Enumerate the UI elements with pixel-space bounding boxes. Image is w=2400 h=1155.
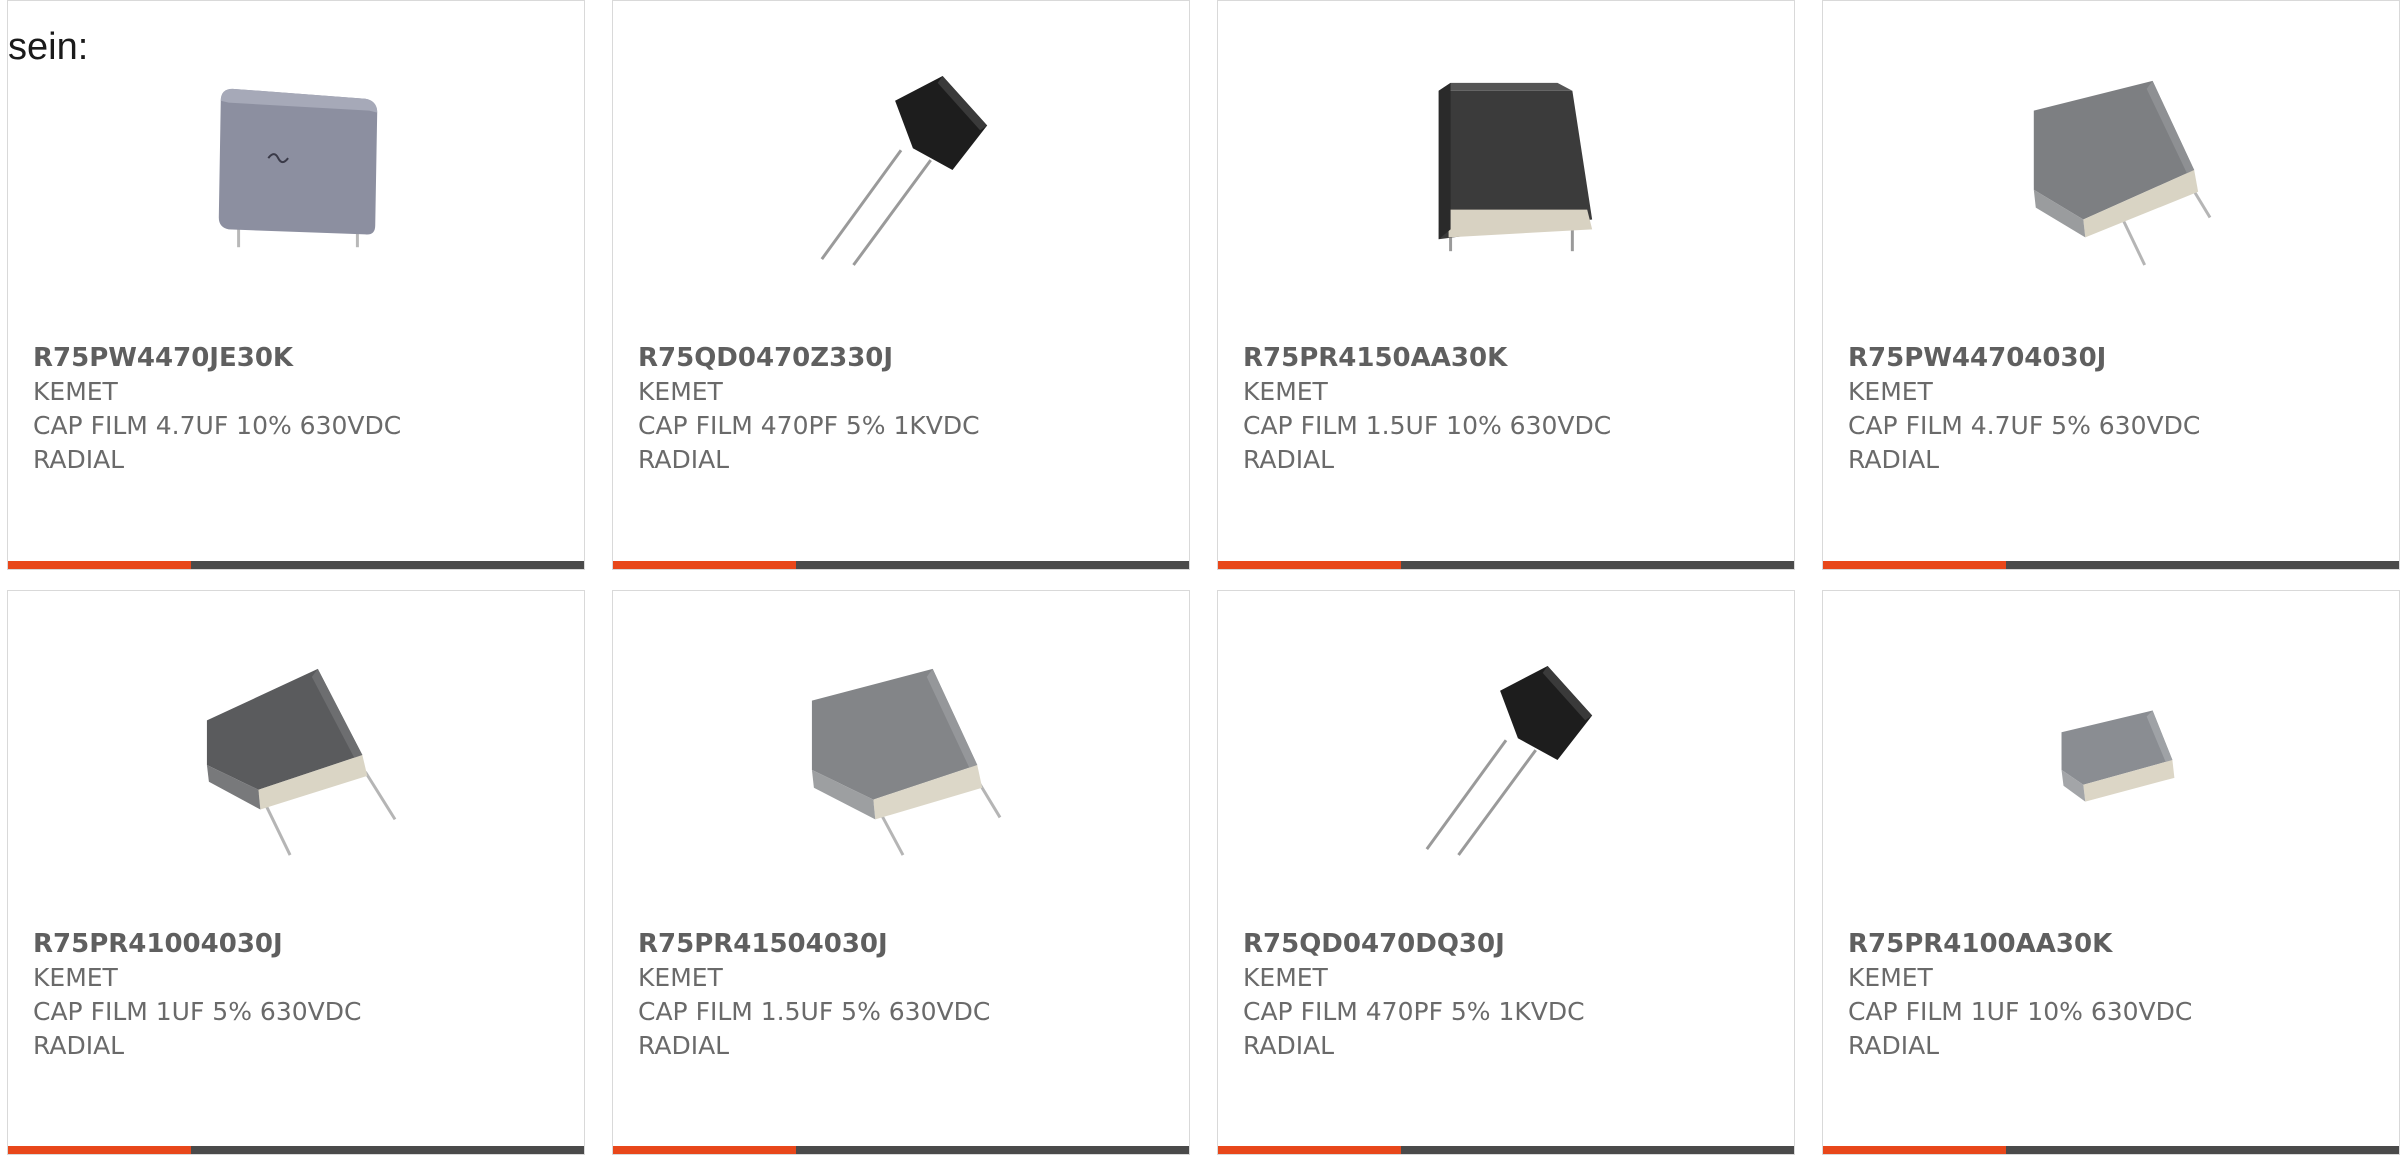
description: CAP FILM 4.7UF 10% 630VDC <box>33 411 402 440</box>
package: RADIAL <box>1848 1031 1940 1060</box>
product-card[interactable]: R75PR41004030J KEMET CAP FILM 1UF 5% 630… <box>7 590 585 1155</box>
film-capacitor-small-gray-icon <box>2061 710 2175 802</box>
card-accent <box>1218 1146 1401 1154</box>
product-card[interactable]: R75PR41504030J KEMET CAP FILM 1.5UF 5% 6… <box>612 590 1190 1155</box>
card-bottom-bar <box>8 1146 584 1154</box>
part-number-link[interactable]: R75PR4150AA30K <box>1243 341 1774 375</box>
description: CAP FILM 470PF 5% 1KVDC <box>1243 997 1585 1026</box>
film-capacitor-dark-box-icon <box>1438 82 1593 252</box>
film-capacitor-dark-tilted-icon <box>206 668 397 856</box>
card-bottom-bar <box>1823 561 2399 569</box>
part-number-link[interactable]: R75PR41504030J <box>638 927 1169 961</box>
manufacturer: KEMET <box>1243 963 1328 992</box>
description: CAP FILM 1UF 10% 630VDC <box>1848 997 2193 1026</box>
product-card[interactable]: R75PW44704030J KEMET CAP FILM 4.7UF 5% 6… <box>1822 0 2400 570</box>
package: RADIAL <box>1243 445 1335 474</box>
card-bottom-bar <box>1218 561 1794 569</box>
part-number-link[interactable]: R75PW4470JE30K <box>33 341 564 375</box>
description: CAP FILM 1.5UF 10% 630VDC <box>1243 411 1612 440</box>
product-image[interactable] <box>804 71 1002 269</box>
product-grid: R75PW4470JE30K KEMET CAP FILM 4.7UF 10% … <box>7 0 2400 1155</box>
film-capacitor-black-small-icon <box>820 75 988 266</box>
film-capacitor-black-small-icon <box>1425 665 1593 856</box>
package: RADIAL <box>1243 1031 1335 1060</box>
card-accent <box>1823 561 2006 569</box>
manufacturer: KEMET <box>638 963 723 992</box>
description: CAP FILM 470PF 5% 1KVDC <box>638 411 980 440</box>
card-bottom-bar <box>613 1146 1189 1154</box>
part-number-link[interactable]: R75QD0470DQ30J <box>1243 927 1774 961</box>
product-image[interactable] <box>1409 661 1607 859</box>
manufacturer: KEMET <box>1243 377 1328 406</box>
manufacturer: KEMET <box>1848 377 1933 406</box>
manufacturer: KEMET <box>638 377 723 406</box>
film-capacitor-gray-box-icon <box>218 88 378 248</box>
product-image[interactable] <box>199 661 397 859</box>
product-image[interactable] <box>804 661 1002 859</box>
card-accent <box>8 561 191 569</box>
part-number-link[interactable]: R75QD0470Z330J <box>638 341 1169 375</box>
manufacturer: KEMET <box>33 377 118 406</box>
product-image[interactable] <box>199 71 397 269</box>
product-card[interactable]: R75PW4470JE30K KEMET CAP FILM 4.7UF 10% … <box>7 0 585 570</box>
intro-text: sein: <box>8 26 89 68</box>
card-accent <box>1823 1146 2006 1154</box>
product-image[interactable] <box>1409 71 1607 269</box>
part-number-link[interactable]: R75PW44704030J <box>1848 341 2379 375</box>
product-image[interactable] <box>2014 661 2212 859</box>
package: RADIAL <box>33 1031 125 1060</box>
product-image[interactable] <box>2014 71 2212 269</box>
product-card[interactable]: R75QD0470Z330J KEMET CAP FILM 470PF 5% 1… <box>612 0 1190 570</box>
part-number-link[interactable]: R75PR4100AA30K <box>1848 927 2379 961</box>
product-card[interactable]: R75PR4100AA30K KEMET CAP FILM 1UF 10% 63… <box>1822 590 2400 1155</box>
package: RADIAL <box>638 445 730 474</box>
description: CAP FILM 4.7UF 5% 630VDC <box>1848 411 2201 440</box>
description: CAP FILM 1UF 5% 630VDC <box>33 997 362 1026</box>
film-capacitor-gray-tilted-icon <box>2033 80 2212 266</box>
manufacturer: KEMET <box>1848 963 1933 992</box>
card-accent <box>613 1146 796 1154</box>
film-capacitor-gray-tilted-icon <box>811 668 1002 856</box>
package: RADIAL <box>1848 445 1940 474</box>
card-bottom-bar <box>1823 1146 2399 1154</box>
card-bottom-bar <box>8 561 584 569</box>
manufacturer: KEMET <box>33 963 118 992</box>
description: CAP FILM 1.5UF 5% 630VDC <box>638 997 991 1026</box>
card-accent <box>613 561 796 569</box>
product-card[interactable]: R75QD0470DQ30J KEMET CAP FILM 470PF 5% 1… <box>1217 590 1795 1155</box>
card-bottom-bar <box>1218 1146 1794 1154</box>
card-accent <box>1218 561 1401 569</box>
package: RADIAL <box>33 445 125 474</box>
card-bottom-bar <box>613 561 1189 569</box>
part-number-link[interactable]: R75PR41004030J <box>33 927 564 961</box>
product-card[interactable]: R75PR4150AA30K KEMET CAP FILM 1.5UF 10% … <box>1217 0 1795 570</box>
card-accent <box>8 1146 191 1154</box>
package: RADIAL <box>638 1031 730 1060</box>
